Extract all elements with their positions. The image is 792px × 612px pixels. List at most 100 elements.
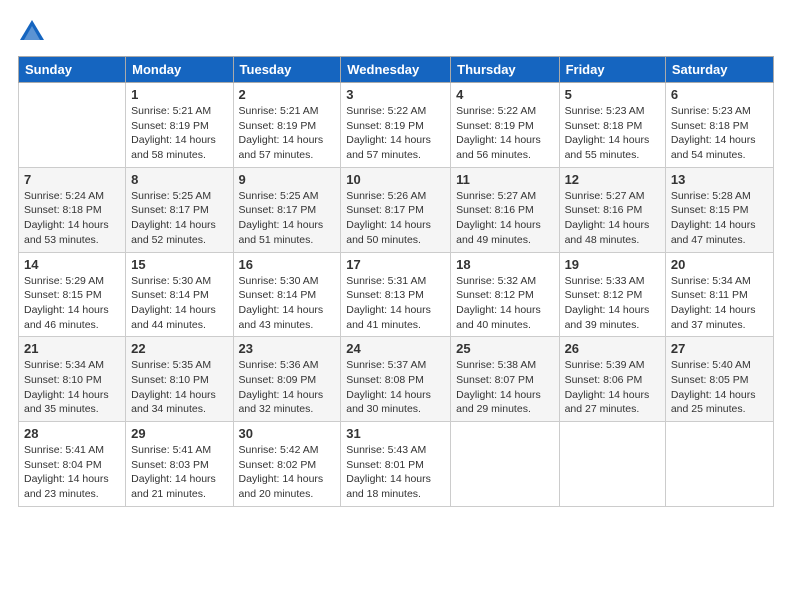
day-info: Sunrise: 5:40 AMSunset: 8:05 PMDaylight:… — [671, 358, 768, 417]
calendar-cell: 20 Sunrise: 5:34 AMSunset: 8:11 PMDayligh… — [665, 252, 773, 337]
day-number: 31 — [346, 426, 445, 441]
week-row: 21 Sunrise: 5:34 AMSunset: 8:10 PMDayligh… — [19, 337, 774, 422]
calendar-cell: 23 Sunrise: 5:36 AMSunset: 8:09 PMDayligh… — [233, 337, 341, 422]
day-info: Sunrise: 5:23 AMSunset: 8:18 PMDaylight:… — [565, 104, 660, 163]
day-number: 24 — [346, 341, 445, 356]
header-row: SundayMondayTuesdayWednesdayThursdayFrid… — [19, 57, 774, 83]
day-info: Sunrise: 5:36 AMSunset: 8:09 PMDaylight:… — [239, 358, 336, 417]
day-info: Sunrise: 5:34 AMSunset: 8:10 PMDaylight:… — [24, 358, 120, 417]
day-number: 26 — [565, 341, 660, 356]
header-cell-saturday: Saturday — [665, 57, 773, 83]
day-info: Sunrise: 5:24 AMSunset: 8:18 PMDaylight:… — [24, 189, 120, 248]
day-info: Sunrise: 5:27 AMSunset: 8:16 PMDaylight:… — [565, 189, 660, 248]
calendar-cell: 5 Sunrise: 5:23 AMSunset: 8:18 PMDaylight… — [559, 83, 665, 168]
week-row: 28 Sunrise: 5:41 AMSunset: 8:04 PMDayligh… — [19, 422, 774, 507]
day-number: 21 — [24, 341, 120, 356]
day-info: Sunrise: 5:29 AMSunset: 8:15 PMDaylight:… — [24, 274, 120, 333]
calendar-table: SundayMondayTuesdayWednesdayThursdayFrid… — [18, 56, 774, 507]
day-number: 12 — [565, 172, 660, 187]
calendar-cell: 17 Sunrise: 5:31 AMSunset: 8:13 PMDayligh… — [341, 252, 451, 337]
calendar-cell — [665, 422, 773, 507]
day-number: 4 — [456, 87, 553, 102]
day-info: Sunrise: 5:30 AMSunset: 8:14 PMDaylight:… — [131, 274, 227, 333]
calendar-cell: 14 Sunrise: 5:29 AMSunset: 8:15 PMDayligh… — [19, 252, 126, 337]
day-info: Sunrise: 5:39 AMSunset: 8:06 PMDaylight:… — [565, 358, 660, 417]
logo — [18, 18, 50, 46]
calendar-cell: 2 Sunrise: 5:21 AMSunset: 8:19 PMDaylight… — [233, 83, 341, 168]
calendar-cell: 19Sunrise: 5:33 AMSunset: 8:12 PMDayligh… — [559, 252, 665, 337]
day-number: 16 — [239, 257, 336, 272]
day-info: Sunrise: 5:21 AMSunset: 8:19 PMDaylight:… — [239, 104, 336, 163]
day-number: 18 — [456, 257, 553, 272]
calendar-cell: 15 Sunrise: 5:30 AMSunset: 8:14 PMDayligh… — [126, 252, 233, 337]
day-number: 22 — [131, 341, 227, 356]
logo-icon — [18, 18, 46, 46]
day-info: Sunrise: 5:22 AMSunset: 8:19 PMDaylight:… — [456, 104, 553, 163]
page: SundayMondayTuesdayWednesdayThursdayFrid… — [0, 0, 792, 612]
calendar-cell: 13 Sunrise: 5:28 AMSunset: 8:15 PMDayligh… — [665, 167, 773, 252]
calendar-cell: 24 Sunrise: 5:37 AMSunset: 8:08 PMDayligh… — [341, 337, 451, 422]
header-cell-friday: Friday — [559, 57, 665, 83]
calendar-cell: 16 Sunrise: 5:30 AMSunset: 8:14 PMDayligh… — [233, 252, 341, 337]
day-number: 10 — [346, 172, 445, 187]
calendar-cell: 4 Sunrise: 5:22 AMSunset: 8:19 PMDaylight… — [451, 83, 559, 168]
day-info: Sunrise: 5:37 AMSunset: 8:08 PMDaylight:… — [346, 358, 445, 417]
day-number: 2 — [239, 87, 336, 102]
day-info: Sunrise: 5:33 AMSunset: 8:12 PMDaylight:… — [565, 274, 660, 333]
day-number: 14 — [24, 257, 120, 272]
day-number: 5 — [565, 87, 660, 102]
day-number: 6 — [671, 87, 768, 102]
header-cell-monday: Monday — [126, 57, 233, 83]
day-info: Sunrise: 5:42 AMSunset: 8:02 PMDaylight:… — [239, 443, 336, 502]
day-number: 7 — [24, 172, 120, 187]
day-number: 28 — [24, 426, 120, 441]
day-number: 11 — [456, 172, 553, 187]
day-info: Sunrise: 5:27 AMSunset: 8:16 PMDaylight:… — [456, 189, 553, 248]
day-info: Sunrise: 5:43 AMSunset: 8:01 PMDaylight:… — [346, 443, 445, 502]
calendar-cell — [19, 83, 126, 168]
day-info: Sunrise: 5:25 AMSunset: 8:17 PMDaylight:… — [131, 189, 227, 248]
calendar-cell: 18 Sunrise: 5:32 AMSunset: 8:12 PMDayligh… — [451, 252, 559, 337]
calendar-cell: 22 Sunrise: 5:35 AMSunset: 8:10 PMDayligh… — [126, 337, 233, 422]
calendar-cell: 11 Sunrise: 5:27 AMSunset: 8:16 PMDayligh… — [451, 167, 559, 252]
day-info: Sunrise: 5:32 AMSunset: 8:12 PMDaylight:… — [456, 274, 553, 333]
calendar-cell: 12 Sunrise: 5:27 AMSunset: 8:16 PMDayligh… — [559, 167, 665, 252]
day-info: Sunrise: 5:41 AMSunset: 8:04 PMDaylight:… — [24, 443, 120, 502]
day-number: 1 — [131, 87, 227, 102]
calendar-cell: 21 Sunrise: 5:34 AMSunset: 8:10 PMDayligh… — [19, 337, 126, 422]
header — [18, 18, 774, 46]
header-cell-sunday: Sunday — [19, 57, 126, 83]
day-number: 3 — [346, 87, 445, 102]
week-row: 14 Sunrise: 5:29 AMSunset: 8:15 PMDayligh… — [19, 252, 774, 337]
calendar-cell: 9Sunrise: 5:25 AMSunset: 8:17 PMDaylight… — [233, 167, 341, 252]
header-cell-thursday: Thursday — [451, 57, 559, 83]
calendar-cell: 30 Sunrise: 5:42 AMSunset: 8:02 PMDayligh… — [233, 422, 341, 507]
day-number: 20 — [671, 257, 768, 272]
day-info: Sunrise: 5:31 AMSunset: 8:13 PMDaylight:… — [346, 274, 445, 333]
day-number: 15 — [131, 257, 227, 272]
day-number: 23 — [239, 341, 336, 356]
calendar-cell: 25Sunrise: 5:38 AMSunset: 8:07 PMDayligh… — [451, 337, 559, 422]
day-info: Sunrise: 5:28 AMSunset: 8:15 PMDaylight:… — [671, 189, 768, 248]
day-info: Sunrise: 5:30 AMSunset: 8:14 PMDaylight:… — [239, 274, 336, 333]
calendar-cell: 10 Sunrise: 5:26 AMSunset: 8:17 PMDayligh… — [341, 167, 451, 252]
calendar-cell: 28 Sunrise: 5:41 AMSunset: 8:04 PMDayligh… — [19, 422, 126, 507]
calendar-cell: 1Sunrise: 5:21 AMSunset: 8:19 PMDaylight… — [126, 83, 233, 168]
day-number: 30 — [239, 426, 336, 441]
calendar-cell: 26 Sunrise: 5:39 AMSunset: 8:06 PMDayligh… — [559, 337, 665, 422]
week-row: 1 Sunrise: 5:21 AMSunset: 8:19 PMDaylight… — [19, 83, 774, 168]
day-info: Sunrise: 5:35 AMSunset: 8:10 PMDaylight:… — [131, 358, 227, 417]
calendar-cell — [559, 422, 665, 507]
day-info: Sunrise: 5:34 AMSunset: 8:11 PMDaylight:… — [671, 274, 768, 333]
day-number: 17 — [346, 257, 445, 272]
day-number: 8 — [131, 172, 227, 187]
calendar-cell: 8 Sunrise: 5:25 AMSunset: 8:17 PMDaylight… — [126, 167, 233, 252]
day-number: 27 — [671, 341, 768, 356]
calendar-cell: 3Sunrise: 5:22 AMSunset: 8:19 PMDaylight… — [341, 83, 451, 168]
day-info: Sunrise: 5:25 AMSunset: 8:17 PMDaylight:… — [239, 189, 336, 248]
day-number: 13 — [671, 172, 768, 187]
header-cell-tuesday: Tuesday — [233, 57, 341, 83]
day-info: Sunrise: 5:26 AMSunset: 8:17 PMDaylight:… — [346, 189, 445, 248]
calendar-cell: 29Sunrise: 5:41 AMSunset: 8:03 PMDayligh… — [126, 422, 233, 507]
calendar-cell: 31 Sunrise: 5:43 AMSunset: 8:01 PMDayligh… — [341, 422, 451, 507]
